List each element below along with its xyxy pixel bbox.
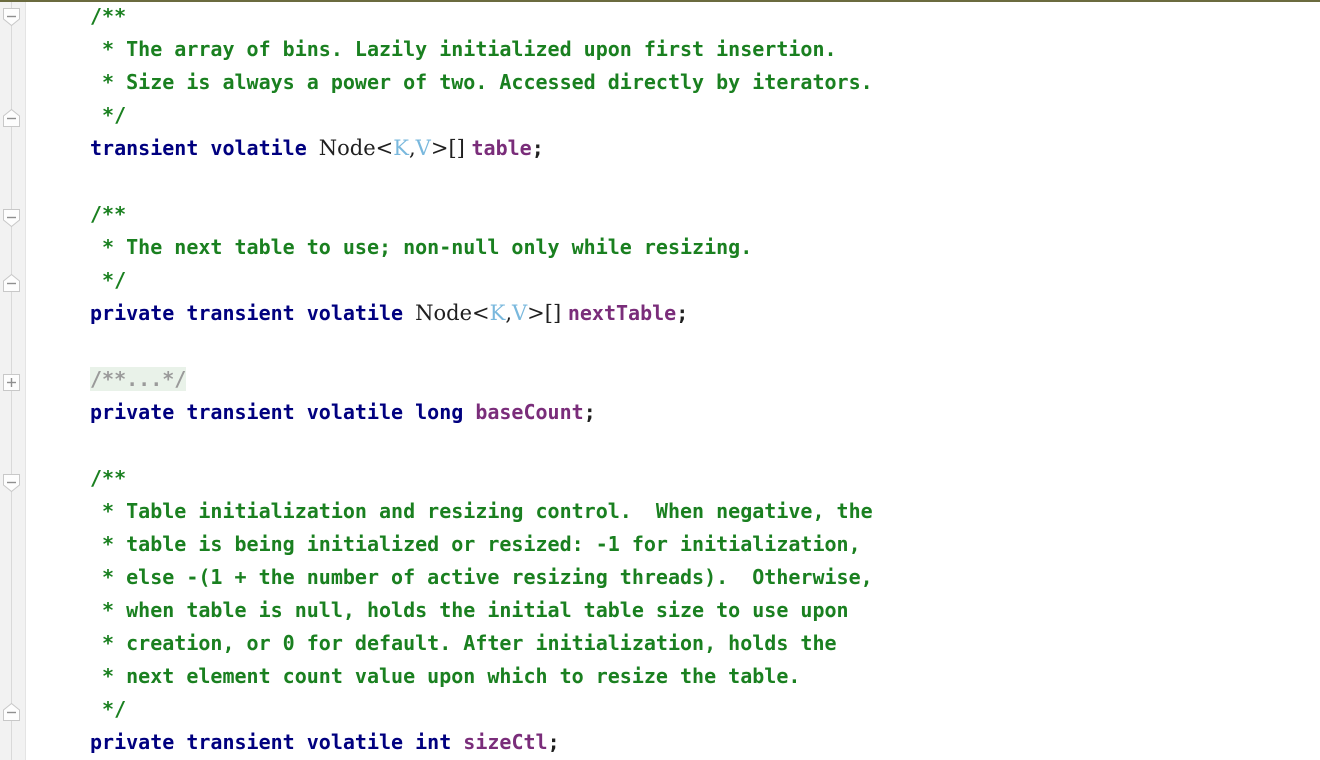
code-token-cmt: */ — [90, 697, 127, 721]
code-line[interactable]: transient volatile Node<K,V>[] table; — [26, 132, 1320, 165]
code-token-punct: , — [505, 301, 512, 325]
code-token-field: table — [471, 136, 532, 160]
code-line[interactable] — [26, 330, 1320, 363]
code-line[interactable]: /** — [26, 198, 1320, 231]
code-line[interactable]: * table is being initialized or resized:… — [26, 528, 1320, 561]
code-line[interactable]: private transient volatile long baseCoun… — [26, 396, 1320, 429]
code-line[interactable]: * The array of bins. Lazily initialized … — [26, 33, 1320, 66]
code-token-cmt: * The array of bins. Lazily initialized … — [90, 37, 837, 61]
code-lines[interactable]: /** * The array of bins. Lazily initiali… — [26, 2, 1320, 759]
code-token-cmt: * creation, or 0 for default. After init… — [90, 631, 837, 655]
code-line[interactable]: * creation, or 0 for default. After init… — [26, 627, 1320, 660]
folding-gutter[interactable] — [0, 2, 26, 760]
code-token-punct: < — [375, 136, 394, 160]
code-token-gen: K — [393, 136, 409, 160]
fold-collapse-icon[interactable] — [1, 472, 22, 493]
code-token-semi: ; — [531, 136, 544, 160]
code-line[interactable]: * next element count value upon which to… — [26, 660, 1320, 693]
code-line[interactable]: /** — [26, 462, 1320, 495]
code-line[interactable]: * The next table to use; non-null only w… — [26, 231, 1320, 264]
code-token-cmt: * Size is always a power of two. Accesse… — [90, 70, 873, 94]
code-line[interactable]: /**...*/ — [26, 363, 1320, 396]
code-token-semi: ; — [676, 301, 689, 325]
code-token-cmt: * else -(1 + the number of active resizi… — [90, 565, 873, 589]
code-token-kw: transient volatile — [90, 136, 319, 160]
code-token-cmt: /** — [90, 202, 127, 226]
code-line[interactable] — [26, 165, 1320, 198]
code-token-cmt: /** — [90, 4, 127, 28]
editor-right-strip[interactable] — [1306, 2, 1320, 760]
code-token-cmt: /** — [90, 466, 127, 490]
code-token-type: Node — [415, 301, 472, 325]
code-line[interactable] — [26, 429, 1320, 462]
code-line[interactable]: * when table is null, holds the initial … — [26, 594, 1320, 627]
code-editor-viewport[interactable]: /** * The array of bins. Lazily initiali… — [26, 2, 1320, 760]
code-token-cmt: * The next table to use; non-null only w… — [90, 235, 753, 259]
code-line[interactable]: private transient volatile Node<K,V>[] n… — [26, 297, 1320, 330]
fold-collapse-icon[interactable] — [1, 273, 22, 294]
code-line[interactable]: private transient volatile int sizeCtl; — [26, 726, 1320, 759]
fold-collapse-icon[interactable] — [1, 6, 22, 27]
code-token-punct: , — [408, 136, 416, 160]
code-token-semi: ; — [583, 400, 596, 424]
code-line[interactable]: */ — [26, 693, 1320, 726]
code-line[interactable]: * Size is always a power of two. Accesse… — [26, 66, 1320, 99]
code-token-punct: >[] — [430, 136, 472, 160]
code-token-kw: private transient volatile int — [90, 730, 464, 754]
code-token-cmt: * when table is null, holds the initial … — [90, 598, 849, 622]
fold-collapse-icon[interactable] — [1, 108, 22, 129]
code-line[interactable]: /** — [26, 2, 1320, 33]
code-editor-window: /** * The array of bins. Lazily initiali… — [0, 0, 1320, 760]
code-token-field: sizeCtl — [463, 730, 548, 754]
code-token-gen: K — [489, 301, 506, 325]
fold-collapse-icon[interactable] — [1, 207, 22, 228]
code-token-folded: /**...*/ — [90, 367, 187, 391]
code-line[interactable]: * else -(1 + the number of active resizi… — [26, 561, 1320, 594]
code-token-type: Node — [318, 136, 376, 160]
fold-expand-icon[interactable] — [1, 372, 22, 393]
code-token-cmt: * table is being initialized or resized:… — [90, 532, 861, 556]
code-token-field: nextTable — [567, 301, 677, 325]
code-token-cmt: * Table initialization and resizing cont… — [90, 499, 873, 523]
code-line[interactable]: * Table initialization and resizing cont… — [26, 495, 1320, 528]
code-token-gen: V — [512, 301, 528, 325]
fold-collapse-icon[interactable] — [1, 702, 22, 723]
code-token-cmt: */ — [90, 103, 127, 127]
code-token-gen: V — [415, 136, 431, 160]
code-token-field: baseCount — [475, 400, 584, 424]
code-line[interactable]: */ — [26, 99, 1320, 132]
code-token-cmt: * next element count value upon which to… — [90, 664, 801, 688]
code-token-kw: private transient volatile — [90, 301, 416, 325]
code-token-punct: >[] — [527, 301, 568, 325]
code-line[interactable]: */ — [26, 264, 1320, 297]
code-token-cmt: */ — [90, 268, 127, 292]
code-token-kw: private transient volatile long — [90, 400, 476, 424]
code-token-punct: < — [472, 301, 490, 325]
code-token-semi: ; — [547, 730, 560, 754]
